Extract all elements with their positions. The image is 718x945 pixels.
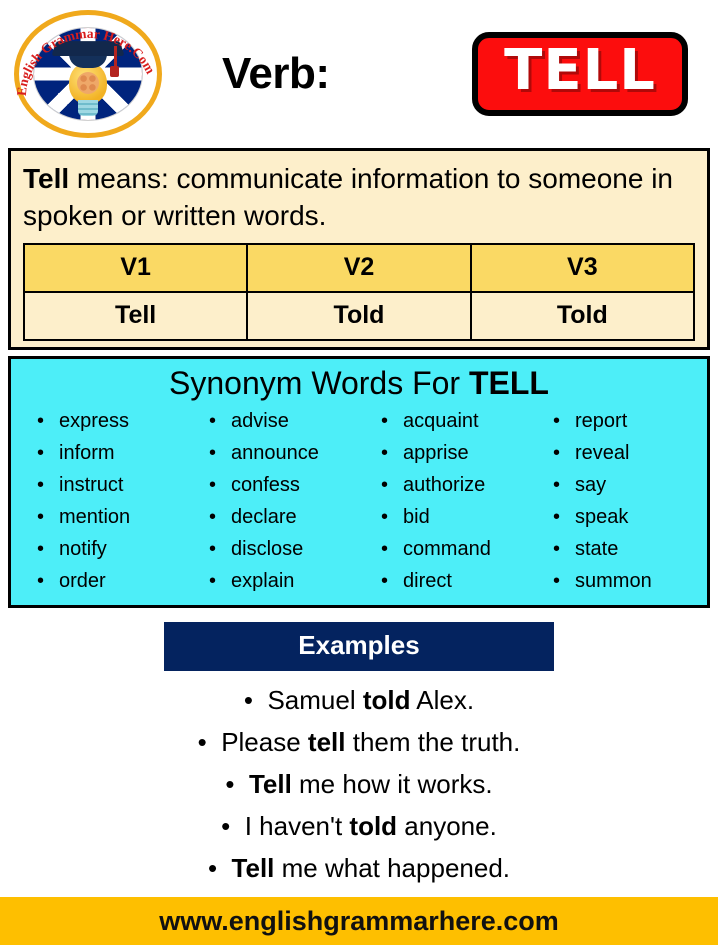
example-text-after: anyone. [397,811,497,842]
logo-emblem [34,28,142,120]
list-item: notify [37,533,187,565]
example-text-before: Please [221,727,308,758]
lightbulb-base-icon [78,100,98,116]
list-item: explain [209,565,359,597]
table-header-row: V1 V2 V3 [22,242,696,293]
list-item: Please tell them the truth. [0,721,718,763]
list-item: I haven't told anyone. [0,805,718,847]
list-item: disclose [209,533,359,565]
synonym-column-3: acquaint apprise authorize bid command d… [359,405,531,597]
example-text-after: them the truth. [345,727,521,758]
list-item: bid [381,501,531,533]
synonyms-title-prefix: Synonym Words For [169,364,469,401]
synonyms-columns: express inform instruct mention notify o… [11,405,707,597]
definition-lead: means: communicate information to someon… [23,163,674,231]
site-footer: www.englishgrammarhere.com [0,897,718,945]
cell-v1-value: Tell [22,290,249,341]
brain-icon [77,72,99,94]
verb-word-badge: TELL [472,32,688,116]
examples-banner: Examples [164,621,554,671]
page-title: Verb: [222,49,330,98]
cell-v3-value: Told [469,290,696,341]
example-text-bold: told [349,811,398,842]
verb-forms-table: V1 V2 V3 Tell Told Told [22,242,696,341]
column-header-v3: V3 [469,242,696,293]
list-item: reveal [553,437,703,469]
example-text-after: me what happened. [274,853,511,884]
cell-v2-value: Told [246,290,472,341]
list-item: apprise [381,437,531,469]
examples-list: Samuel told Alex. Please tell them the t… [0,679,718,890]
list-item: declare [209,501,359,533]
list-item: mention [37,501,187,533]
column-header-v2: V2 [246,242,472,293]
list-item: speak [553,501,703,533]
example-text-bold: tell [307,727,346,758]
list-item: order [37,565,187,597]
column-header-v1: V1 [22,242,249,293]
list-item: state [553,533,703,565]
list-item: confess [209,469,359,501]
list-item: Tell me how it works. [0,763,718,805]
list-item: Samuel told Alex. [0,679,718,721]
page-header: English Grammar Here.Com Verb: TELL [0,0,718,148]
example-text-before: Samuel [267,684,363,715]
definition-term: Tell [23,163,70,194]
synonyms-title-word: TELL [468,364,549,401]
synonym-column-4: report reveal say speak state summon [531,405,703,597]
synonyms-title: Synonym Words For TELL [11,363,707,405]
footer-url[interactable]: www.englishgrammarhere.com [159,906,559,937]
english-grammar-here-logo[interactable]: English Grammar Here.Com [8,8,170,140]
synonym-column-2: advise announce confess declare disclose… [187,405,359,597]
example-text-bold: told [362,684,411,715]
list-item: express [37,405,187,437]
list-item: command [381,533,531,565]
list-item: authorize [381,469,531,501]
verb-word-label: TELL [504,38,656,104]
example-text-bold: Tell [248,769,292,800]
table-row: Tell Told Told [22,290,696,341]
examples-banner-label: Examples [298,629,420,660]
example-text-after: me how it works. [291,769,493,800]
list-item: Tell me what happened. [0,847,718,889]
list-item: advise [209,405,359,437]
list-item: inform [37,437,187,469]
list-item: report [553,405,703,437]
definition-text: Tell means: communicate information to s… [23,161,695,243]
list-item: direct [381,565,531,597]
example-text-before: I haven't [244,811,350,842]
example-text-bold: Tell [231,853,275,884]
example-text-after: Alex. [410,684,475,715]
list-item: announce [209,437,359,469]
list-item: summon [553,565,703,597]
definition-panel: Tell means: communicate information to s… [8,148,710,350]
list-item: instruct [37,469,187,501]
synonym-column-1: express inform instruct mention notify o… [15,405,187,597]
list-item: say [553,469,703,501]
synonyms-panel: Synonym Words For TELL express inform in… [8,355,710,608]
list-item: acquaint [381,405,531,437]
